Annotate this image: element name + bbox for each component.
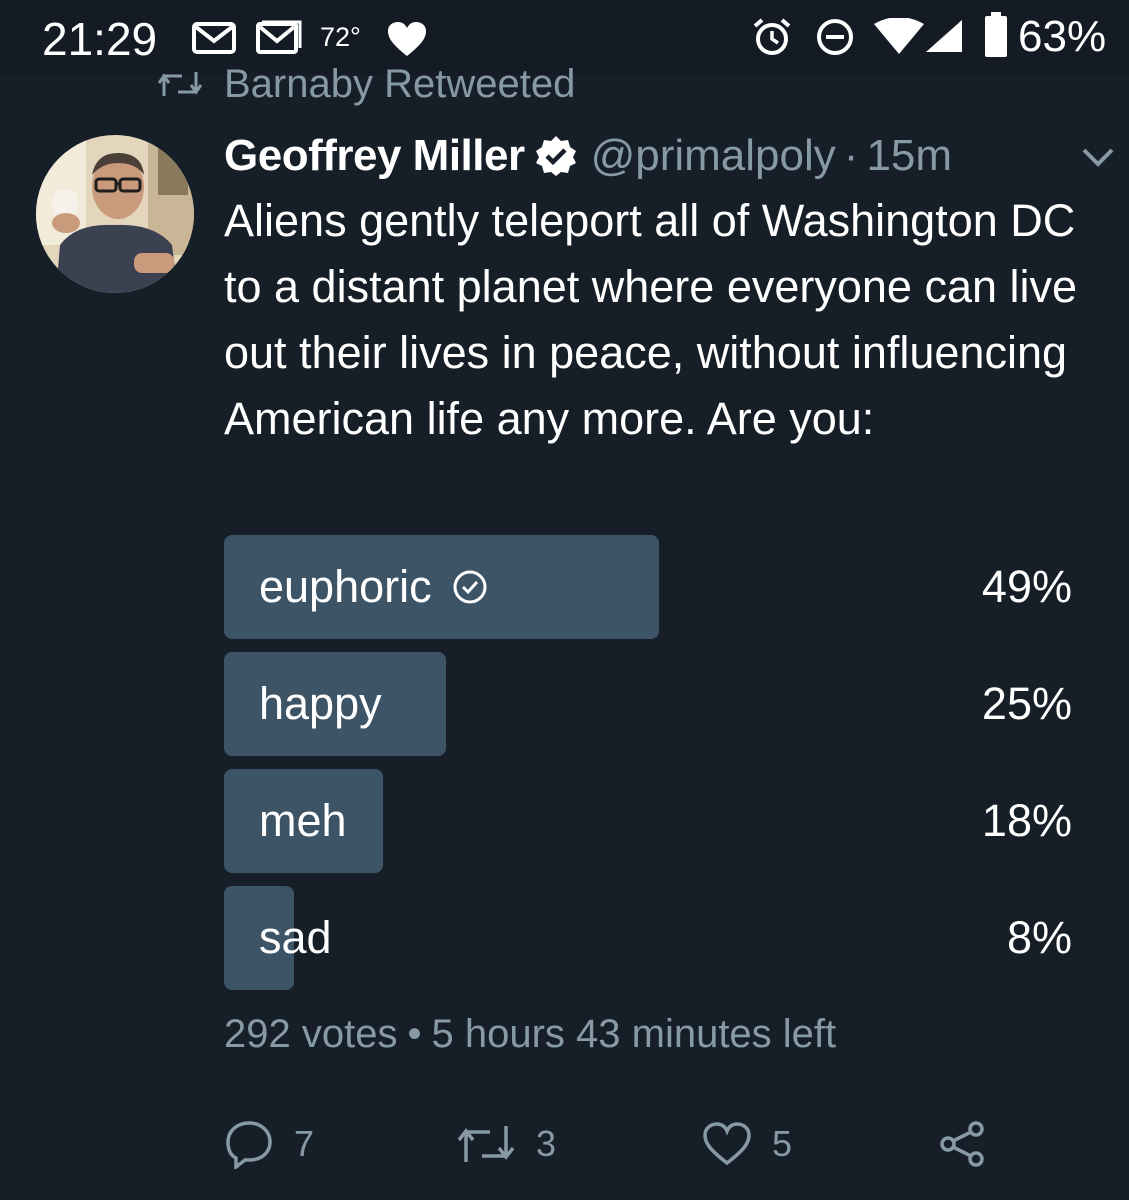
share-button[interactable]: [938, 1112, 988, 1176]
author-handle[interactable]: @primalpoly: [591, 131, 836, 181]
poll-option-text: happy: [259, 678, 382, 729]
tweet-age[interactable]: 15m: [866, 131, 952, 181]
poll-option-label: happy: [259, 652, 382, 756]
tweet-actions: 7 3 5: [224, 1112, 1104, 1176]
retweet-icon: [158, 72, 202, 96]
poll-option-happy[interactable]: happy 25%: [224, 652, 1074, 756]
retweet-icon: [457, 1126, 515, 1162]
poll-option-label: euphoric: [259, 535, 488, 639]
poll-option-percent: 8%: [1006, 912, 1072, 963]
wifi-icon: [874, 18, 924, 54]
like-button[interactable]: 5: [702, 1112, 792, 1176]
poll-time-left: 5 hours 43 minutes left: [431, 1012, 837, 1056]
poll-footer: 292 votes • 5 hours 43 minutes left: [224, 1012, 836, 1057]
avatar[interactable]: [36, 135, 194, 293]
like-heart-icon: [703, 1122, 751, 1166]
poll-option-percent: 18%: [981, 795, 1072, 846]
tweet-header: Geoffrey Miller @primalpoly · 15m: [224, 126, 952, 186]
status-time: 21:29: [42, 13, 158, 65]
alarm-icon: [753, 18, 791, 55]
author-name[interactable]: Geoffrey Miller: [224, 131, 525, 181]
header-separator: ·: [843, 131, 859, 180]
cell-signal-icon: [926, 20, 962, 52]
poll-option-euphoric[interactable]: euphoric 49%: [224, 535, 1074, 639]
retweet-button[interactable]: 3: [456, 1112, 556, 1176]
poll-option-text: euphoric: [259, 561, 432, 612]
poll: euphoric 49% happy 25% meh 18% sad 8%: [224, 535, 1074, 1003]
like-count: 5: [772, 1123, 793, 1164]
poll-option-text: meh: [259, 795, 347, 846]
heart-icon: [388, 22, 426, 56]
reply-button[interactable]: 7: [224, 1112, 314, 1176]
reply-icon: [226, 1121, 272, 1169]
chevron-down-icon[interactable]: [1078, 140, 1118, 174]
poll-footer-dot: •: [407, 1012, 422, 1056]
poll-option-label: meh: [259, 769, 347, 873]
reply-count: 7: [294, 1123, 315, 1164]
tweet-text: Aliens gently teleport all of Washington…: [224, 195, 1078, 444]
retweet-header[interactable]: Barnaby Retweeted: [158, 60, 575, 108]
poll-option-percent: 49%: [981, 561, 1072, 612]
retweeted-by-label: Barnaby Retweeted: [224, 61, 576, 106]
share-icon: [940, 1121, 984, 1167]
poll-option-text: sad: [259, 912, 332, 963]
poll-option-label: sad: [259, 886, 332, 990]
poll-votes: 292 votes: [224, 1012, 398, 1056]
status-temperature: 72°: [320, 22, 361, 52]
gmail-outline-icon: [256, 20, 302, 54]
battery-icon: [985, 12, 1007, 57]
check-circle-icon: [453, 570, 487, 604]
do-not-disturb-icon: [817, 19, 853, 55]
poll-option-meh[interactable]: meh 18%: [224, 769, 1074, 873]
retweet-count: 3: [536, 1123, 557, 1164]
poll-option-percent: 25%: [981, 678, 1072, 729]
gmail-icon: [192, 22, 236, 54]
status-battery: 63%: [1018, 12, 1107, 61]
verified-badge-icon: [535, 136, 576, 176]
poll-option-sad[interactable]: sad 8%: [224, 886, 1074, 990]
